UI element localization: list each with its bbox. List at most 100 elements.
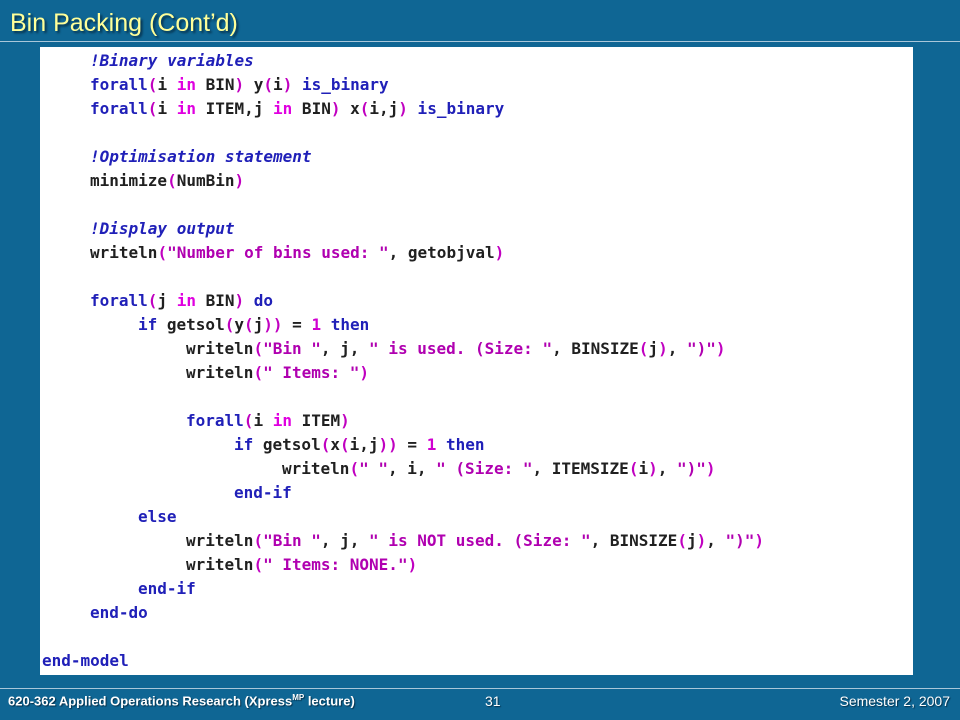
code-token: is_binary — [292, 75, 389, 94]
code-token: !Optimisation statement — [90, 147, 312, 166]
code-token: writeln — [90, 243, 158, 262]
code-token: i,j — [349, 435, 379, 454]
code-token: ( — [243, 315, 254, 334]
code-token: then — [321, 315, 370, 334]
code-token: end-if — [234, 483, 292, 502]
footer-course-prefix: 620-362 Applied Operations Research (Xpr… — [8, 693, 293, 709]
code-token: "Bin " — [263, 339, 321, 358]
code-line: forall(i in BIN) y(i) is_binary — [90, 73, 389, 97]
code-line: !Display output — [90, 217, 235, 241]
code-token: end-model — [42, 651, 129, 670]
code-token: j — [253, 315, 264, 334]
footer-course-suffix: lecture) — [304, 693, 355, 709]
code-line: writeln("Bin ", j, " is used. (Size: ", … — [186, 337, 726, 361]
code-token: ( — [253, 531, 264, 550]
code-token: 1 — [426, 435, 437, 454]
footer-divider — [0, 688, 960, 689]
code-token: ")" — [686, 339, 716, 358]
code-token: = — [282, 315, 312, 334]
code-token: " Items: " — [263, 363, 360, 382]
code-token: "Bin " — [263, 531, 321, 550]
code-token: ( — [263, 75, 274, 94]
code-token: is_binary — [407, 99, 505, 118]
code-token: in — [273, 99, 293, 118]
code-line: forall(i in ITEM) — [186, 409, 350, 433]
code-token: ITEM — [291, 411, 341, 430]
code-token: " is NOT used. (Size: " — [369, 531, 591, 550]
code-token: !Display output — [90, 219, 235, 238]
code-token: " " — [359, 459, 388, 478]
code-token: NumBin — [176, 171, 235, 190]
code-token: " (Size: " — [436, 459, 533, 478]
code-token: ) — [715, 339, 726, 358]
code-token: , j, — [320, 339, 370, 358]
code-line: writeln("Number of bins used: ", getobjv… — [90, 241, 504, 265]
code-token: 1 — [311, 315, 322, 334]
code-token: ( — [167, 171, 177, 190]
code-token: forall — [90, 291, 148, 310]
code-line: end-if — [138, 577, 196, 601]
footer-course: 620-362 Applied Operations Research (Xpr… — [8, 693, 355, 708]
code-token: ( — [677, 531, 687, 550]
code-token: , getobjval — [388, 243, 495, 262]
code-token: ) — [648, 459, 658, 478]
code-token: j — [157, 291, 177, 310]
code-token: BIN — [195, 291, 235, 310]
code-line: if getsol(y(j)) = 1 then — [138, 313, 369, 337]
code-token: ")" — [677, 459, 706, 478]
code-token: x — [340, 99, 360, 118]
code-line: end-model — [42, 649, 129, 673]
code-token: ( — [628, 459, 639, 478]
code-line: minimize(NumBin) — [90, 169, 244, 193]
code-token: = — [397, 435, 427, 454]
code-token: in — [176, 99, 196, 118]
code-token: ITEM,j — [195, 99, 274, 118]
code-line: writeln(" Items: NONE.") — [186, 553, 417, 577]
code-token: writeln — [186, 555, 254, 574]
code-token: ( — [157, 243, 168, 262]
code-token: ( — [147, 291, 158, 310]
code-token: ( — [147, 75, 158, 94]
code-token: ( — [253, 363, 264, 382]
code-line: writeln(" Items: ") — [186, 361, 369, 385]
code-token: else — [138, 507, 177, 526]
code-token: ) — [494, 243, 505, 262]
code-token: , — [657, 459, 677, 478]
code-token: writeln — [186, 531, 254, 550]
code-token: end-do — [90, 603, 148, 622]
code-token: do — [244, 291, 274, 310]
code-token: ) — [398, 99, 408, 118]
code-token: ( — [339, 435, 350, 454]
code-token: , BINSIZE — [552, 339, 639, 358]
code-token: i — [157, 75, 177, 94]
code-token: BIN — [292, 99, 331, 118]
code-token: getsol — [253, 435, 321, 454]
code-token: ) — [282, 75, 293, 94]
code-token: ) — [234, 75, 245, 94]
code-token: j — [648, 339, 659, 358]
code-token: writeln — [186, 363, 254, 382]
code-line: !Optimisation statement — [90, 145, 312, 169]
code-token: minimize — [90, 171, 168, 190]
page-number: 31 — [485, 693, 501, 709]
code-token: forall — [90, 75, 148, 94]
code-line: else — [138, 505, 177, 529]
code-token: ( — [359, 99, 370, 118]
code-token: ) — [658, 339, 668, 358]
code-token: ) — [234, 171, 245, 190]
code-token: i — [273, 75, 283, 94]
code-token: )) — [378, 435, 398, 454]
code-line: writeln(" ", i, " (Size: ", ITEMSIZE(i),… — [282, 457, 716, 481]
code-token: , ITEMSIZE — [532, 459, 629, 478]
code-token: y — [234, 315, 244, 334]
code-token: if — [138, 315, 158, 334]
code-token: , i, — [387, 459, 437, 478]
code-token: if — [234, 435, 254, 454]
code-token: ( — [147, 99, 158, 118]
code-line: forall(j in BIN) do — [90, 289, 273, 313]
code-token: ( — [253, 555, 264, 574]
code-line: end-do — [90, 601, 148, 625]
code-line: if getsol(x(i,j)) = 1 then — [234, 433, 485, 457]
code-token: ) — [754, 531, 765, 550]
code-token: in — [176, 75, 196, 94]
